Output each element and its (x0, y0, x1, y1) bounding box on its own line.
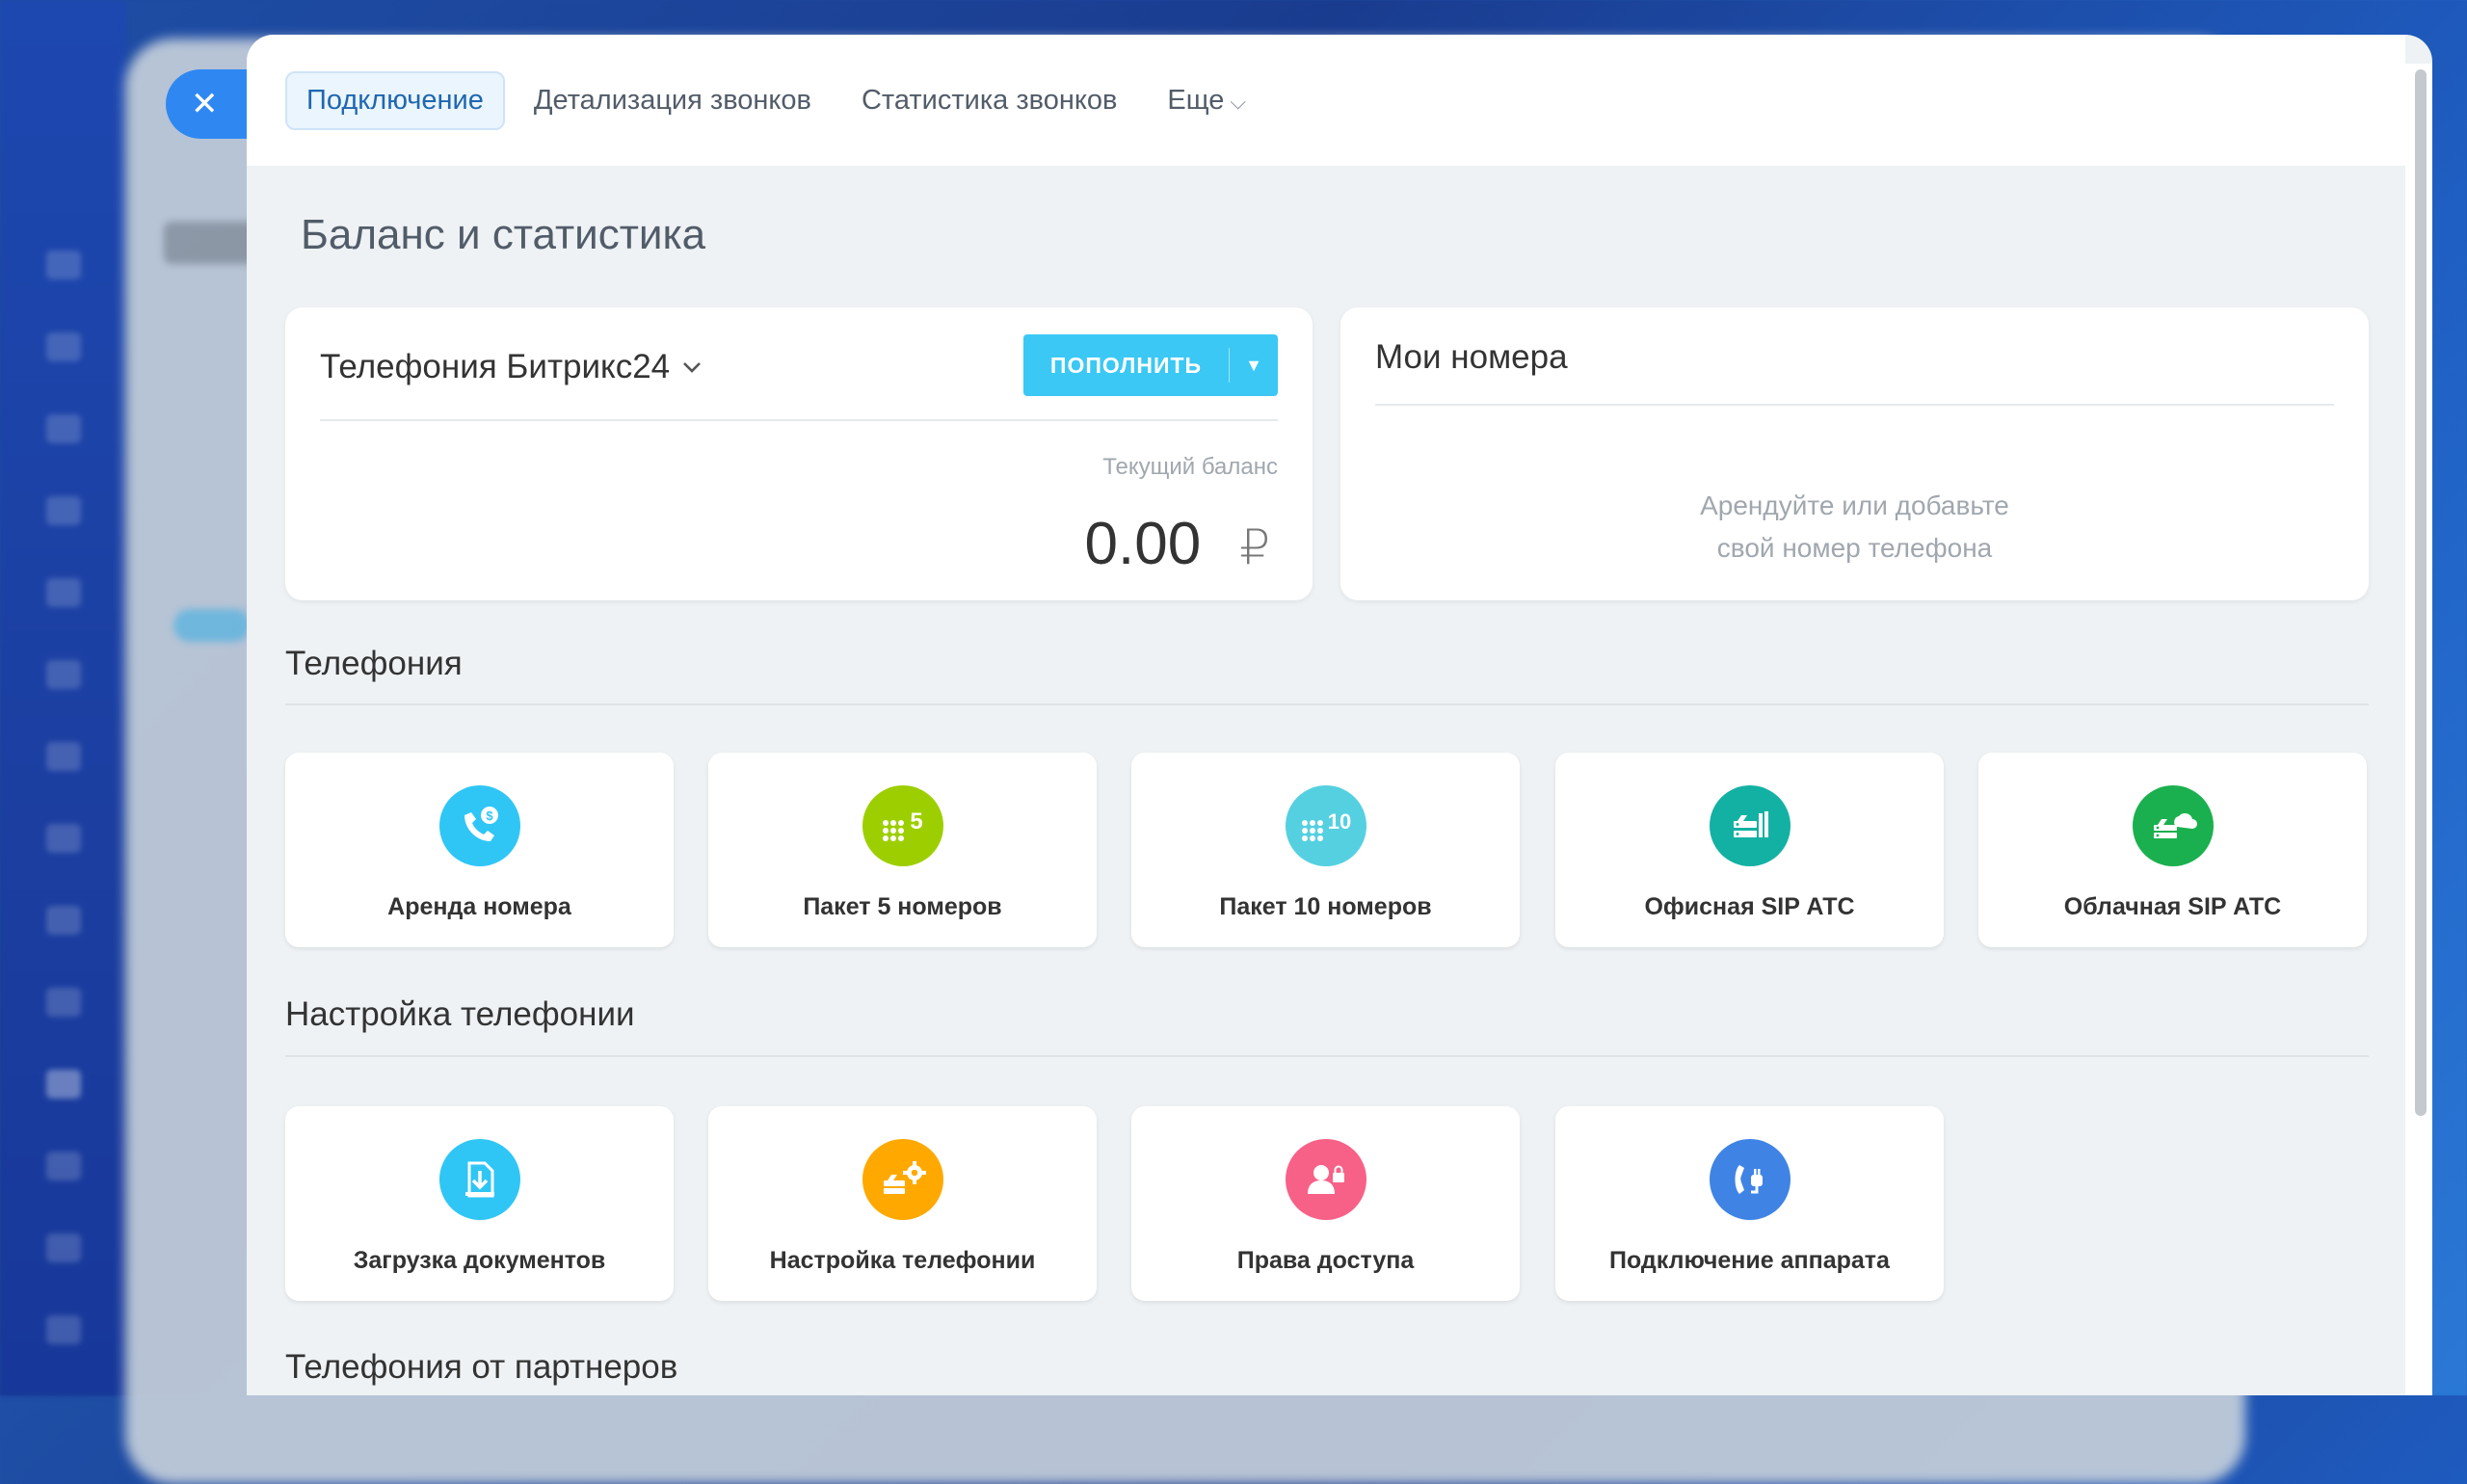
section-divider (285, 1055, 2369, 1057)
section-divider (285, 703, 2369, 705)
phone-dollar-icon: $ (438, 785, 520, 866)
tab-call-statistics[interactable]: Статистика звонков (840, 71, 1138, 130)
scrollbar-thumb[interactable] (2415, 69, 2427, 1116)
topup-button[interactable]: ПОПОЛНИТЬ ▼ (1023, 334, 1278, 396)
my-numbers-card: Мои номера Арендуйте или добавьте свой н… (1340, 307, 2369, 600)
my-numbers-title: Мои номера (1375, 338, 1568, 376)
tab-call-details[interactable]: Детализация звонков (513, 71, 833, 130)
tile-label: Загрузка документов (353, 1247, 606, 1274)
tile-label: Права доступа (1236, 1247, 1415, 1274)
my-numbers-empty-text: Арендуйте или добавьте свой номер телефо… (1340, 485, 2369, 570)
balance-card: Телефония Битрикс24 ПОПОЛНИТЬ ▼ Текущий … (285, 307, 1313, 600)
balance-amount: 0.00 ₽ (1085, 510, 1270, 578)
tile-label: Пакет 5 номеров (803, 893, 1002, 920)
topup-dropdown-icon[interactable]: ▼ (1230, 356, 1278, 376)
currency-symbol: ₽ (1239, 520, 1270, 574)
document-download-icon (438, 1139, 520, 1220)
tile-rent-number[interactable]: $ Аренда номера (285, 753, 674, 947)
tile-pack-5[interactable]: 5 Пакет 5 номеров (708, 753, 1097, 947)
tile-label: Аренда номера (387, 893, 571, 920)
tile-label: Настройка телефонии (769, 1247, 1036, 1274)
background-pill (173, 609, 251, 642)
balance-value: 0.00 (1084, 511, 1202, 577)
balance-label: Текущий баланс (1102, 454, 1278, 480)
svg-text:$: $ (486, 808, 493, 823)
background-sidebar (0, 0, 125, 1395)
svg-text:5: 5 (910, 808, 922, 835)
divider (320, 419, 1278, 421)
tab-bar: Подключение Детализация звонков Статисти… (247, 35, 2405, 166)
tile-device-connection[interactable]: Подключение аппарата (1555, 1106, 1944, 1301)
section-title-partners: Телефония от партнеров (285, 1348, 678, 1386)
close-icon: ✕ (191, 86, 219, 122)
section-title-telephony: Телефония (285, 645, 463, 682)
provider-selector[interactable]: Телефония Битрикс24 (320, 348, 703, 386)
empty-line-1: Арендуйте или добавьте (1700, 490, 2009, 520)
topup-label: ПОПОЛНИТЬ (1023, 348, 1230, 383)
cloud-pbx-icon (2132, 785, 2214, 866)
office-pbx-icon (1709, 785, 1791, 866)
keypad-5-icon: 5 (862, 785, 943, 866)
provider-name: Телефония Битрикс24 (320, 348, 671, 385)
tile-documents-upload[interactable]: Загрузка документов (285, 1106, 674, 1301)
user-lock-icon (1285, 1139, 1366, 1220)
tab-more-label: Еще (1167, 84, 1225, 116)
keypad-10-icon: 10 (1285, 785, 1366, 866)
phone-plug-icon (1709, 1139, 1791, 1220)
settings-gear-icon (862, 1139, 943, 1220)
telephony-panel: Подключение Детализация звонков Статисти… (247, 35, 2432, 1395)
chevron-down-icon (683, 362, 702, 373)
chevron-down-icon: ⌵ (1230, 89, 1247, 114)
tile-access-rights[interactable]: Права доступа (1131, 1106, 1520, 1301)
page-title: Баланс и статистика (301, 211, 706, 258)
section-title-settings: Настройка телефонии (285, 995, 635, 1033)
tab-connection[interactable]: Подключение (285, 70, 505, 130)
tab-more[interactable]: Еще ⌵ (1146, 71, 1267, 130)
tile-telephony-settings[interactable]: Настройка телефонии (708, 1106, 1097, 1301)
tile-label: Офисная SIP АТС (1644, 893, 1855, 920)
divider (1375, 404, 2334, 406)
svg-text:10: 10 (1327, 809, 1350, 834)
tile-label: Пакет 10 номеров (1219, 893, 1432, 920)
tile-label: Подключение аппарата (1609, 1247, 1890, 1274)
tile-cloud-sip[interactable]: Облачная SIP АТС (1978, 753, 2367, 947)
tile-office-sip[interactable]: Офисная SIP АТС (1555, 753, 1944, 947)
tile-pack-10[interactable]: 10 Пакет 10 номеров (1131, 753, 1520, 947)
tile-label: Облачная SIP АТС (2063, 893, 2282, 920)
empty-line-2: свой номер телефона (1716, 533, 1993, 563)
